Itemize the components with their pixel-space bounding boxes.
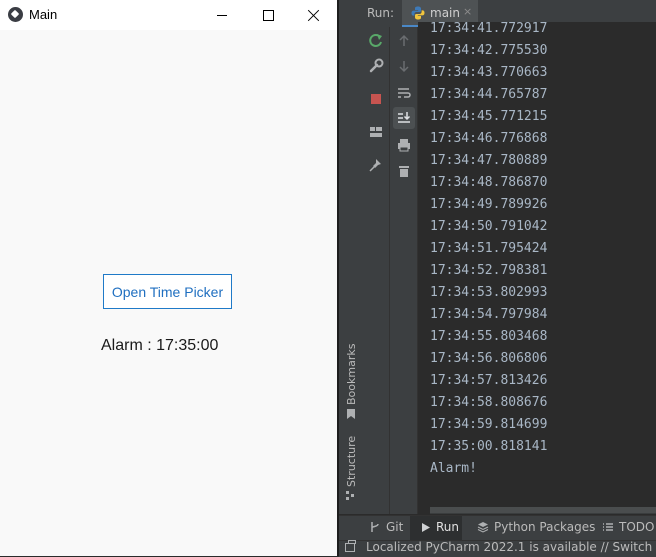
todo-tab[interactable]: TODO	[602, 520, 654, 534]
print-icon[interactable]	[395, 136, 413, 154]
git-branch-icon	[371, 522, 379, 532]
horizontal-scrollbar-thumb[interactable]	[430, 507, 656, 513]
run-play-icon	[422, 522, 430, 532]
alarm-label: Alarm : 17:35:00	[101, 337, 219, 354]
python-packages-tab-label: Python Packages	[494, 520, 596, 534]
console-line: 17:34:57.813426	[430, 373, 548, 388]
structure-tab[interactable]: Structure	[345, 436, 358, 487]
console-line: 17:34:50.791042	[430, 219, 548, 234]
run-tab-label: Run	[436, 520, 460, 534]
console-output[interactable]: 17:34:41.772917 17:34:42.775530 17:34:43…	[418, 22, 656, 507]
list-icon	[603, 523, 613, 531]
wrench-icon[interactable]	[367, 57, 385, 75]
trash-icon[interactable]	[395, 162, 413, 180]
tab-close-icon[interactable]: ×	[463, 5, 472, 18]
scroll-up-icon[interactable]	[395, 32, 413, 50]
run-tab[interactable]: Run	[420, 520, 459, 534]
console-line: 17:34:49.789926	[430, 197, 548, 212]
console-line: 17:34:51.795424	[430, 241, 548, 256]
minimize-button[interactable]	[199, 0, 245, 30]
scroll-down-icon[interactable]	[395, 57, 413, 75]
git-tab[interactable]: Git	[369, 520, 403, 534]
console-line: 17:34:45.771215	[430, 109, 548, 124]
console-line: 17:34:44.765787	[430, 87, 548, 102]
window-title: Main	[29, 7, 58, 22]
layers-icon	[477, 522, 489, 533]
title-bar: Main	[0, 0, 337, 30]
console-line: 17:34:47.780889	[430, 153, 548, 168]
console-line: 17:34:48.786870	[430, 175, 548, 190]
maximize-button[interactable]	[245, 0, 291, 30]
status-message[interactable]: Localized PyCharm 2022.1 is available //…	[366, 540, 656, 554]
minimize-icon	[217, 14, 227, 16]
scroll-to-end-icon[interactable]	[395, 109, 413, 127]
open-time-picker-button[interactable]: Open Time Picker	[103, 274, 232, 309]
python-packages-tab[interactable]: Python Packages	[477, 520, 595, 534]
console-line: 17:34:59.814699	[430, 417, 548, 432]
maximize-icon	[262, 9, 274, 21]
notification-icon[interactable]	[345, 540, 356, 552]
rerun-icon[interactable]	[367, 32, 385, 50]
console-line: 17:34:42.775530	[430, 43, 548, 58]
git-tab-label: Git	[386, 520, 404, 534]
layout-icon[interactable]	[367, 123, 385, 141]
console-line: 17:34:52.798381	[430, 263, 548, 278]
console-line: 17:34:43.770663	[430, 65, 548, 80]
todo-tab-label: TODO	[619, 520, 655, 534]
structure-icon	[346, 491, 355, 500]
kivy-app-icon	[8, 7, 23, 22]
bookmarks-tab[interactable]: Bookmarks	[345, 344, 358, 405]
python-icon	[411, 6, 425, 20]
console-line: 17:34:58.808676	[430, 395, 548, 410]
tab-main-label: main	[430, 6, 460, 20]
stop-icon[interactable]	[367, 90, 385, 108]
pin-icon[interactable]	[367, 156, 385, 174]
soft-wrap-icon[interactable]	[395, 84, 413, 102]
console-line: 17:34:56.806806	[430, 351, 548, 366]
console-line: 17:34:41.772917	[430, 22, 548, 36]
close-button[interactable]	[291, 0, 337, 30]
console-line: 17:34:54.797984	[430, 307, 548, 322]
app-window: Main Open Time Picker Alarm : 17:35:00	[0, 0, 337, 556]
close-icon	[308, 9, 320, 21]
run-label: Run:	[367, 6, 395, 20]
console-line: 17:35:00.818141	[430, 439, 548, 454]
console-line-alarm: Alarm!	[430, 461, 477, 476]
console-line: 17:34:53.802993	[430, 285, 548, 300]
console-line: 17:34:46.776868	[430, 131, 548, 146]
console-line: 17:34:55.803468	[430, 329, 548, 344]
